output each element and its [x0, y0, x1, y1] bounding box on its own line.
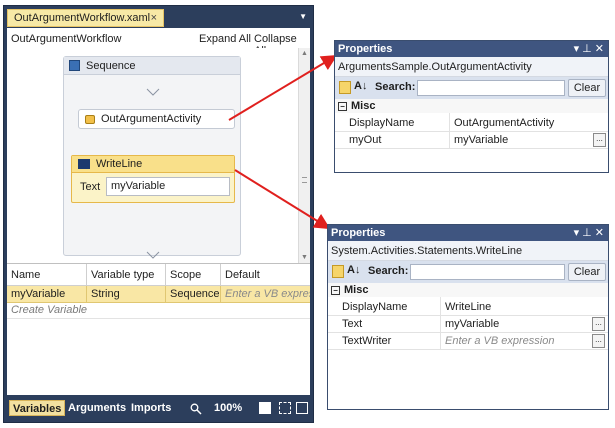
- properties-title-bar: Properties ▾ ⊥ ✕: [335, 41, 608, 57]
- property-value[interactable]: WriteLine: [440, 299, 608, 315]
- categorized-view-icon[interactable]: [339, 81, 351, 94]
- ellipsis-button[interactable]: ...: [592, 334, 605, 348]
- properties-panel-out-argument: Properties ▾ ⊥ ✕ ArgumentsSample.OutArgu…: [334, 40, 609, 173]
- ellipsis-button[interactable]: ...: [592, 317, 605, 331]
- category-misc[interactable]: − Misc: [335, 99, 608, 113]
- property-value[interactable]: myVariable: [449, 132, 591, 148]
- property-row-displayname[interactable]: DisplayName WriteLine: [328, 299, 608, 316]
- properties-title: Properties: [338, 43, 393, 55]
- window-controls-icon[interactable]: ▾ ⊥ ✕: [574, 226, 604, 239]
- property-name: DisplayName: [342, 301, 408, 313]
- properties-panel-writeline: Properties ▾ ⊥ ✕ System.Activities.State…: [327, 224, 609, 410]
- collapse-icon[interactable]: −: [331, 286, 340, 295]
- property-name: TextWriter: [342, 335, 392, 347]
- property-name: Text: [342, 318, 363, 330]
- properties-toolbar: A↓ Search: Clear: [328, 261, 608, 283]
- search-label: Search:: [375, 81, 416, 93]
- properties-type-name: ArgumentsSample.OutArgumentActivity: [335, 57, 608, 77]
- search-input[interactable]: [417, 80, 565, 96]
- alphabetical-sort-icon[interactable]: A↓: [347, 264, 360, 276]
- category-label: Misc: [351, 100, 376, 112]
- window-controls-icon[interactable]: ▾ ⊥ ✕: [574, 42, 604, 55]
- properties-title-bar: Properties ▾ ⊥ ✕: [328, 225, 608, 241]
- property-row-text[interactable]: Text myVariable ...: [328, 316, 608, 333]
- ellipsis-button[interactable]: ...: [593, 133, 606, 147]
- property-name: myOut: [349, 134, 382, 146]
- properties-type-name: System.Activities.Statements.WriteLine: [328, 241, 608, 261]
- collapse-icon[interactable]: −: [338, 102, 347, 111]
- property-value[interactable]: OutArgumentActivity: [449, 115, 608, 131]
- search-label: Search:: [368, 265, 409, 277]
- category-label: Misc: [344, 284, 369, 296]
- properties-title: Properties: [331, 227, 386, 239]
- clear-button[interactable]: Clear: [568, 79, 606, 97]
- categorized-view-icon[interactable]: [332, 265, 344, 278]
- arrow-to-properties-1: [228, 54, 338, 121]
- property-value[interactable]: Enter a VB expression: [440, 333, 590, 349]
- arrow-to-properties-2: [234, 169, 331, 230]
- category-misc[interactable]: − Misc: [328, 283, 608, 297]
- property-name: DisplayName: [349, 117, 415, 129]
- property-row-textwriter[interactable]: TextWriter Enter a VB expression ...: [328, 333, 608, 350]
- alphabetical-sort-icon[interactable]: A↓: [354, 80, 367, 92]
- property-value[interactable]: myVariable: [440, 316, 590, 332]
- property-row-displayname[interactable]: DisplayName OutArgumentActivity: [335, 115, 608, 132]
- search-input[interactable]: [410, 264, 565, 280]
- clear-button[interactable]: Clear: [568, 263, 606, 281]
- properties-toolbar: A↓ Search: Clear: [335, 77, 608, 99]
- property-row-myout[interactable]: myOut myVariable ...: [335, 132, 608, 149]
